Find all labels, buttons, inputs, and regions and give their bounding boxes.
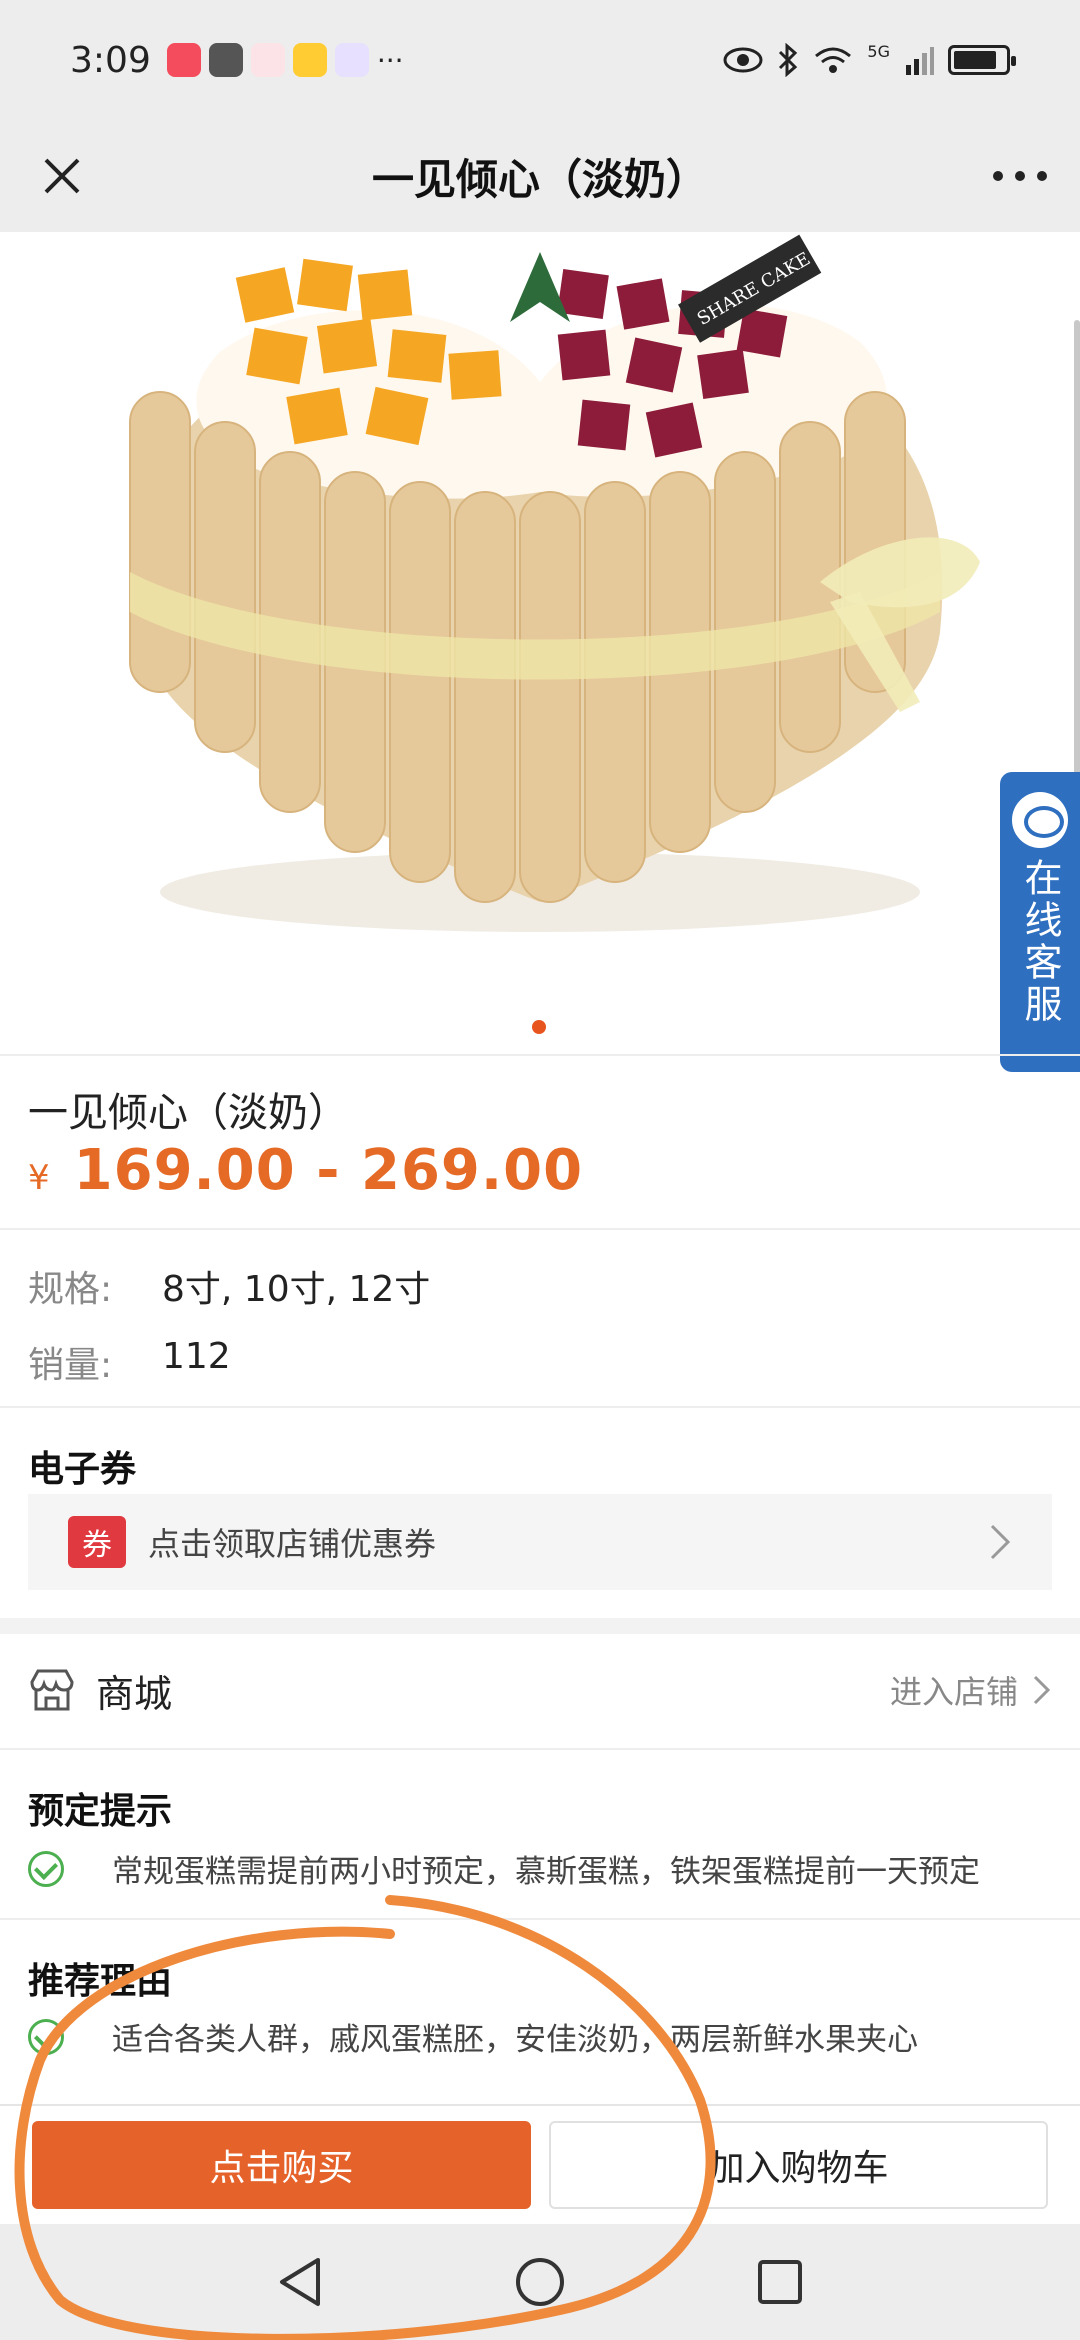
- divider: [0, 1054, 1080, 1056]
- claim-coupon-button[interactable]: 券 点击领取店铺优惠券: [28, 1494, 1052, 1590]
- cake-image: SHARE CAKE: [129, 234, 980, 932]
- chevron-right-icon: [990, 1524, 1011, 1560]
- recent-apps-button[interactable]: [748, 2250, 812, 2314]
- eye-icon: [723, 47, 763, 73]
- coupon-section-title: 电子券: [28, 1449, 137, 1490]
- close-icon: [44, 158, 80, 194]
- check-icon: [28, 2018, 64, 2055]
- store-row[interactable]: 商城 进入店铺: [28, 1640, 1052, 1740]
- spec-value: 8寸, 10寸, 12寸: [162, 1269, 431, 1310]
- add-to-cart-button[interactable]: 加入购物车: [549, 2121, 1048, 2209]
- enter-store-link[interactable]: 进入店铺: [890, 1667, 1052, 1713]
- network-type: 5G: [867, 41, 890, 61]
- store-icon: [30, 1669, 74, 1711]
- product-name: 一见倾心（淡奶）: [28, 1090, 348, 1136]
- sales-value: 112: [162, 1336, 231, 1377]
- spec-label: 规格:: [28, 1269, 113, 1310]
- more-options-button[interactable]: [980, 142, 1060, 210]
- close-button[interactable]: [28, 142, 96, 210]
- music-app-icon: [250, 43, 285, 77]
- game-app-icon: [334, 43, 369, 77]
- app-notification-icon: [292, 43, 327, 77]
- app-notification-icon: [208, 43, 243, 77]
- bottom-action-bar: 点击购买 加入购物车: [0, 2104, 1080, 2224]
- section-divider: [0, 1618, 1080, 1634]
- back-button[interactable]: [268, 2250, 332, 2314]
- home-icon: [516, 2258, 564, 2306]
- coupon-text: 点击领取店铺优惠券: [148, 1525, 437, 1563]
- online-customer-service-button[interactable]: 在线客服: [1000, 772, 1080, 1072]
- booking-tip-text: 常规蛋糕需提前两小时预定，慕斯蛋糕，铁架蛋糕提前一天预定: [112, 1854, 980, 1890]
- price-range: 169.00 - 269.00: [73, 1138, 584, 1203]
- chevron-right-icon: [1033, 1675, 1051, 1705]
- divider: [0, 1228, 1080, 1230]
- booking-tip-row: 常规蛋糕需提前两小时预定，慕斯蛋糕，铁架蛋糕提前一天预定: [28, 1846, 980, 1891]
- carousel-indicator: [532, 1020, 546, 1034]
- coupon-badge: 券: [68, 1516, 126, 1568]
- booking-tip-title: 预定提示: [28, 1791, 173, 1832]
- headset-icon: [1012, 792, 1068, 848]
- divider: [0, 1748, 1080, 1750]
- check-icon: [28, 1850, 64, 1887]
- store-label: 商城: [96, 1671, 173, 1716]
- customer-service-label: 在线客服: [1018, 858, 1062, 1026]
- page-title: 一见倾心（淡奶）: [371, 154, 708, 204]
- bluetooth-icon: [779, 43, 798, 77]
- price-currency: ¥: [28, 1158, 50, 1198]
- recent-apps-icon: [758, 2260, 802, 2304]
- enter-store-label: 进入店铺: [889, 1673, 1018, 1711]
- wifi-icon: [815, 47, 852, 73]
- spec-row: 规格: 8寸, 10寸, 12寸: [28, 1260, 430, 1312]
- signal-icon: [906, 47, 934, 75]
- divider: [0, 1918, 1080, 1920]
- sales-row: 销量: 112: [28, 1336, 231, 1388]
- battery-icon: [948, 45, 1016, 75]
- app-notification-icon: [166, 43, 201, 77]
- more-icon: [993, 171, 1047, 181]
- buy-now-button[interactable]: 点击购买: [32, 2121, 531, 2209]
- status-bar: 3:09 ··· 5G: [0, 0, 1080, 120]
- status-time: 3:09: [70, 39, 151, 81]
- recommend-title: 推荐理由: [28, 1961, 173, 2002]
- title-bar: 一见倾心（淡奶）: [0, 120, 1080, 232]
- price-row: ¥ 169.00 - 269.00: [28, 1138, 583, 1203]
- recommend-row: 适合各类人群，戚风蛋糕胚，安佳淡奶，两层新鲜水果夹心: [28, 2014, 918, 2059]
- product-image-carousel[interactable]: SHARE CAKE: [0, 232, 1080, 1052]
- recommend-text: 适合各类人群，戚风蛋糕胚，安佳淡奶，两层新鲜水果夹心: [112, 2022, 918, 2058]
- system-navigation-bar: [0, 2224, 1080, 2340]
- more-notifications-icon: ···: [376, 43, 404, 77]
- sales-label: 销量:: [28, 1345, 113, 1386]
- back-icon: [280, 2258, 320, 2306]
- home-button[interactable]: [508, 2250, 572, 2314]
- divider: [0, 1406, 1080, 1408]
